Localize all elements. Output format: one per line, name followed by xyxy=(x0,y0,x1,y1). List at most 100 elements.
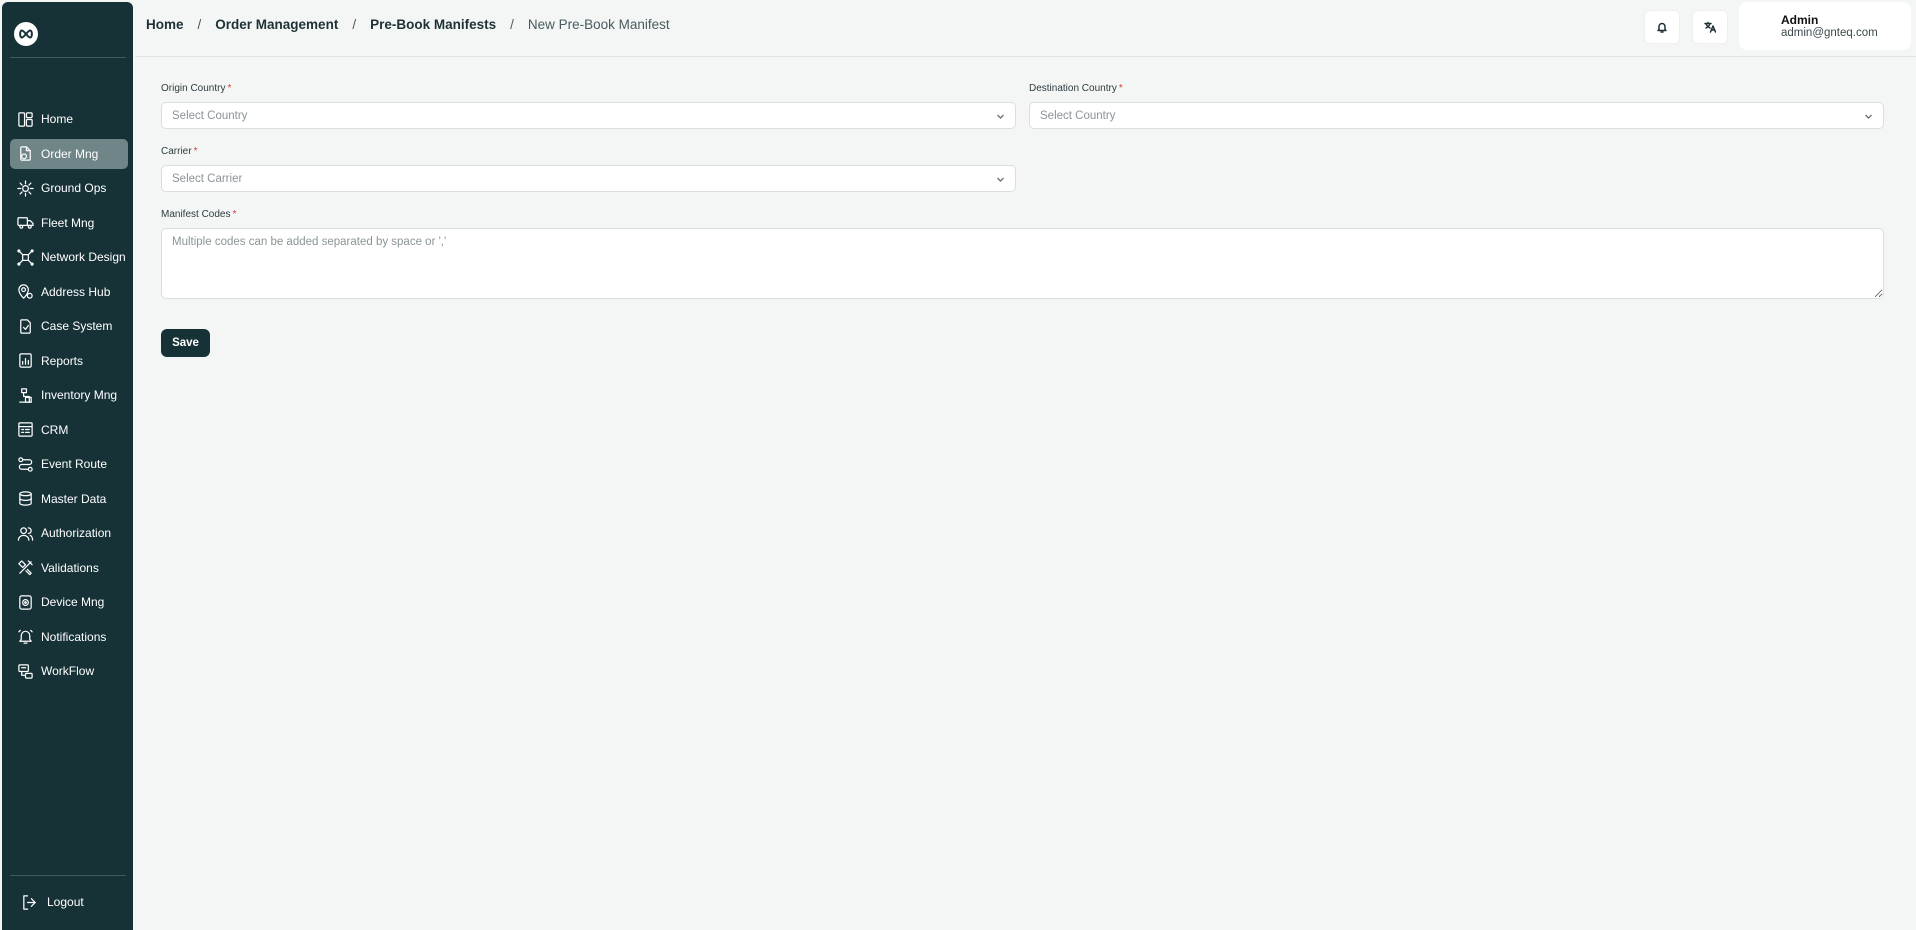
sidebar-item-label: Inventory Mng xyxy=(41,388,118,402)
device-icon xyxy=(16,593,34,611)
top-header: Home / Order Management / Pre-Book Manif… xyxy=(135,0,1916,57)
sidebar-item-ground-ops[interactable]: Ground Ops xyxy=(10,173,128,203)
destination-country-label-text: Destination Country xyxy=(1029,83,1117,94)
user-email: admin@gnteq.com xyxy=(1781,27,1878,39)
sidebar-item-label: WorkFlow xyxy=(41,664,95,678)
report-icon xyxy=(16,352,34,370)
destination-country-label: Destination Country * xyxy=(1029,83,1123,94)
sidebar-item-order-mng[interactable]: Order Mng xyxy=(10,138,128,169)
required-mark: * xyxy=(232,209,237,220)
sidebar-item-reports[interactable]: Reports xyxy=(10,346,128,376)
save-button[interactable]: Save xyxy=(161,329,210,357)
sidebar-item-label: Order Mng xyxy=(41,146,99,161)
required-mark: * xyxy=(193,146,198,157)
logout-button[interactable]: Logout xyxy=(10,888,128,916)
sidebar-item-label: Address Hub xyxy=(41,284,111,299)
carrier-select[interactable]: Select Carrier xyxy=(161,165,1016,192)
users-icon xyxy=(16,524,34,542)
logout-label: Logout xyxy=(47,895,84,909)
route-icon xyxy=(16,455,34,473)
sidebar-item-label: Fleet Mng xyxy=(41,215,95,230)
sidebar-item-label: Case System xyxy=(41,319,113,333)
case-icon xyxy=(16,317,34,335)
translate-icon xyxy=(1704,21,1716,33)
sidebar-item-home[interactable]: Home xyxy=(10,104,128,134)
sidebar-item-label: Home xyxy=(41,112,74,126)
database-icon xyxy=(16,490,34,508)
sidebar-item-inventory-mng[interactable]: Inventory Mng xyxy=(10,380,128,410)
sidebar-item-device-mng[interactable]: Device Mng xyxy=(10,587,128,617)
carrier-label: Carrier * xyxy=(161,146,197,157)
sidebar-item-address-hub[interactable]: Address Hub xyxy=(10,277,128,307)
crm-icon xyxy=(16,421,34,439)
sidebar-item-workflow[interactable]: WorkFlow xyxy=(10,656,128,686)
tools-icon xyxy=(16,559,34,577)
sidebar-item-label: CRM xyxy=(41,422,69,437)
destination-country-select[interactable]: Select Country xyxy=(1029,102,1884,129)
breadcrumb-current: New Pre-Book Manifest xyxy=(527,17,670,32)
sidebar-item-event-route[interactable]: Event Route xyxy=(10,449,128,479)
user-name: Admin xyxy=(1781,13,1819,27)
chevron-down-icon xyxy=(1864,112,1873,121)
sidebar-item-crm[interactable]: CRM xyxy=(10,415,128,445)
sidebar-item-label: Authorization xyxy=(41,526,112,540)
sidebar-item-validations[interactable]: Validations xyxy=(10,553,128,583)
notifications-button[interactable] xyxy=(1644,10,1680,44)
required-mark: * xyxy=(1118,83,1123,94)
sidebar: Home Order Mng Ground Ops Fleet Mng Netw… xyxy=(2,2,133,930)
breadcrumb-home[interactable]: Home xyxy=(146,17,184,32)
order-icon xyxy=(16,145,34,163)
manifest-codes-label: Manifest Codes * xyxy=(161,209,236,220)
breadcrumb-pre-book-manifests[interactable]: Pre-Book Manifests xyxy=(370,17,496,32)
sidebar-item-notifications[interactable]: Notifications xyxy=(10,622,128,652)
origin-country-label-text: Origin Country xyxy=(161,83,226,94)
workflow-icon xyxy=(16,662,34,680)
user-profile[interactable]: Admin admin@gnteq.com xyxy=(1739,2,1911,50)
network-icon xyxy=(16,248,34,266)
sidebar-top-divider xyxy=(10,57,126,58)
origin-country-label: Origin Country * xyxy=(161,83,231,94)
map-pin-icon xyxy=(16,283,34,301)
truck-icon xyxy=(16,214,34,232)
sidebar-item-label: Network Design xyxy=(41,250,126,264)
app-root: Home Order Mng Ground Ops Fleet Mng Netw… xyxy=(0,0,1916,930)
infinity-logo-icon xyxy=(19,29,33,39)
sidebar-item-network-design[interactable]: Network Design xyxy=(10,242,128,272)
sidebar-item-label: Validations xyxy=(41,560,99,575)
language-button[interactable] xyxy=(1692,10,1728,44)
sidebar-item-label: Ground Ops xyxy=(41,181,107,195)
breadcrumb-separator: / xyxy=(197,17,202,32)
origin-country-placeholder: Select Country xyxy=(172,109,248,122)
carrier-placeholder: Select Carrier xyxy=(172,172,243,185)
breadcrumb-order-management[interactable]: Order Management xyxy=(215,17,338,32)
breadcrumb-separator: / xyxy=(510,17,514,32)
sidebar-item-label: Event Route xyxy=(41,457,108,471)
breadcrumb: Home / Order Management / Pre-Book Manif… xyxy=(146,17,670,32)
sidebar-nav: Home Order Mng Ground Ops Fleet Mng Netw… xyxy=(10,104,128,691)
inventory-icon xyxy=(16,386,34,404)
sidebar-item-label: Notifications xyxy=(41,629,107,644)
sidebar-item-label: Reports xyxy=(41,353,84,368)
manifest-codes-textarea[interactable] xyxy=(161,228,1884,299)
sidebar-item-authorization[interactable]: Authorization xyxy=(10,518,128,548)
required-mark: * xyxy=(227,83,232,94)
sidebar-bottom-divider xyxy=(10,875,126,876)
logout-icon xyxy=(20,893,38,911)
sidebar-item-master-data[interactable]: Master Data xyxy=(10,484,128,514)
carrier-label-text: Carrier xyxy=(161,146,192,157)
chevron-down-icon xyxy=(996,175,1005,184)
app-logo[interactable] xyxy=(14,22,38,46)
dashboard-icon xyxy=(16,110,34,128)
sidebar-item-label: Master Data xyxy=(41,491,107,506)
sidebar-item-fleet-mng[interactable]: Fleet Mng xyxy=(10,208,128,238)
manifest-codes-label-text: Manifest Codes xyxy=(161,209,231,220)
destination-country-placeholder: Select Country xyxy=(1040,109,1116,122)
breadcrumb-separator: / xyxy=(352,17,357,32)
sidebar-item-case-system[interactable]: Case System xyxy=(10,311,128,341)
origin-country-select[interactable]: Select Country xyxy=(161,102,1016,129)
ground-ops-icon xyxy=(16,179,34,197)
bell-icon xyxy=(1657,22,1667,33)
chevron-down-icon xyxy=(996,112,1005,121)
sidebar-item-label: Device Mng xyxy=(41,595,105,609)
bell-icon xyxy=(16,628,34,646)
